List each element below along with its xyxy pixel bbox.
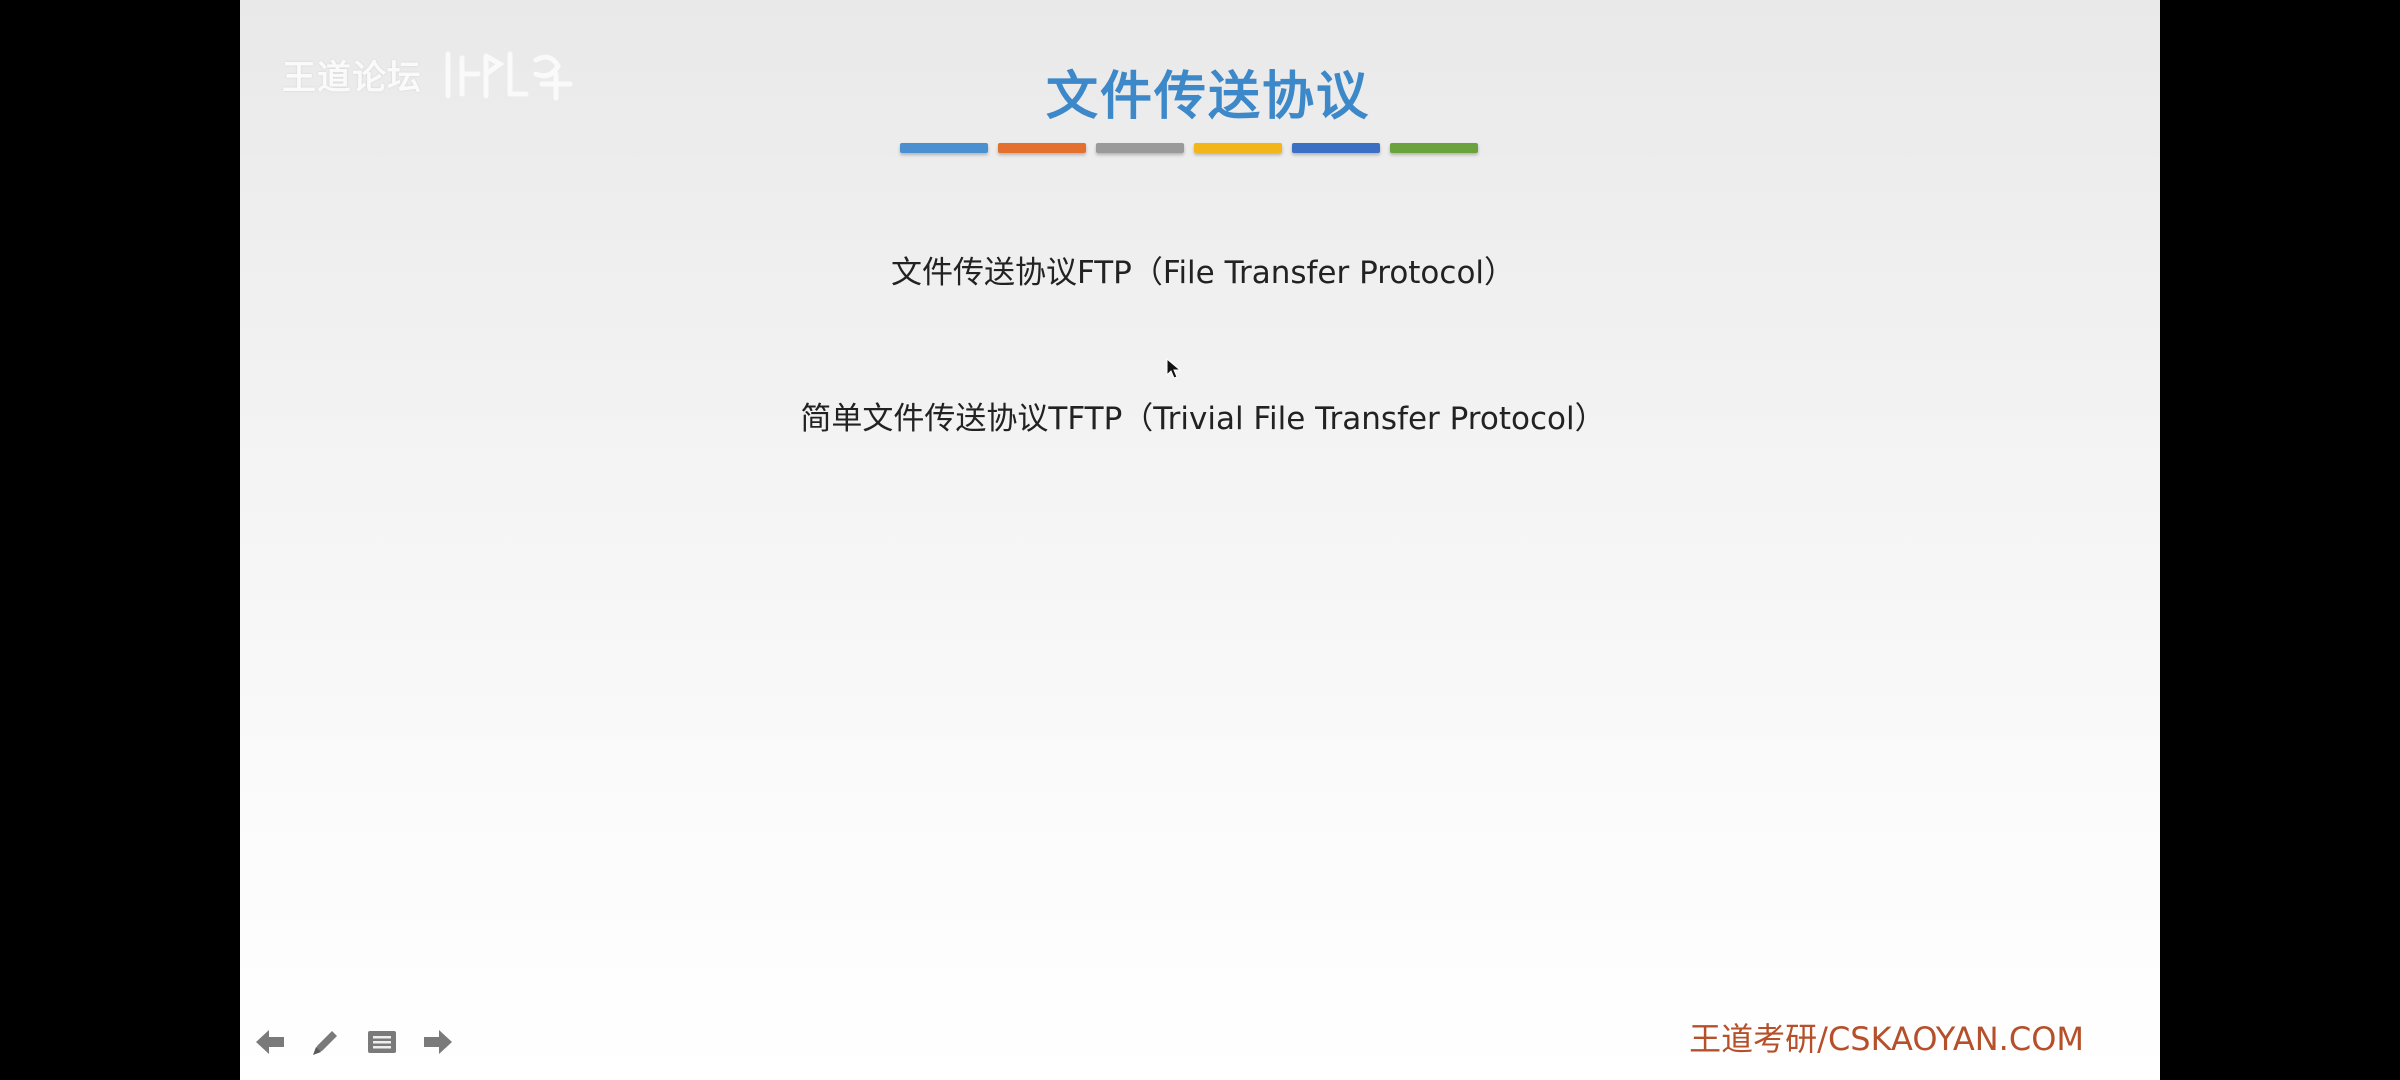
color-bar [1194,143,1282,153]
slideshow-viewer: 王道论坛 文件传送协议 文件传送协议FTP（File Transfer Prot… [0,0,2400,1080]
arrow-left-icon [256,1030,284,1054]
color-bar [998,143,1086,153]
arrow-right-icon [424,1030,452,1054]
previous-slide-button[interactable] [252,1024,288,1060]
slideshow-toolbar [252,1024,456,1060]
color-bar [900,143,988,153]
ftp-line: 文件传送协议FTP（File Transfer Protocol） [890,255,1516,291]
slide-menu-button[interactable] [364,1024,400,1060]
pen-tool-button[interactable] [308,1024,344,1060]
color-bar [1390,143,1478,153]
mouse-pointer-icon [1166,358,1182,379]
color-bar [1292,143,1380,153]
slide-title: 文件传送协议 [1045,67,1370,127]
tftp-line: 简单文件传送协议TFTP（Trivial File Transfer Proto… [800,401,1606,437]
next-slide-button[interactable] [420,1024,456,1060]
footer-brand: 王道考研/CSKAOYAN.COM [1689,1020,2084,1058]
menu-icon [368,1031,396,1053]
slide: 王道论坛 文件传送协议 文件传送协议FTP（File Transfer Prot… [240,0,2160,1080]
pen-icon [313,1031,337,1055]
color-bar [1096,143,1184,153]
color-bar-divider [900,143,1478,153]
